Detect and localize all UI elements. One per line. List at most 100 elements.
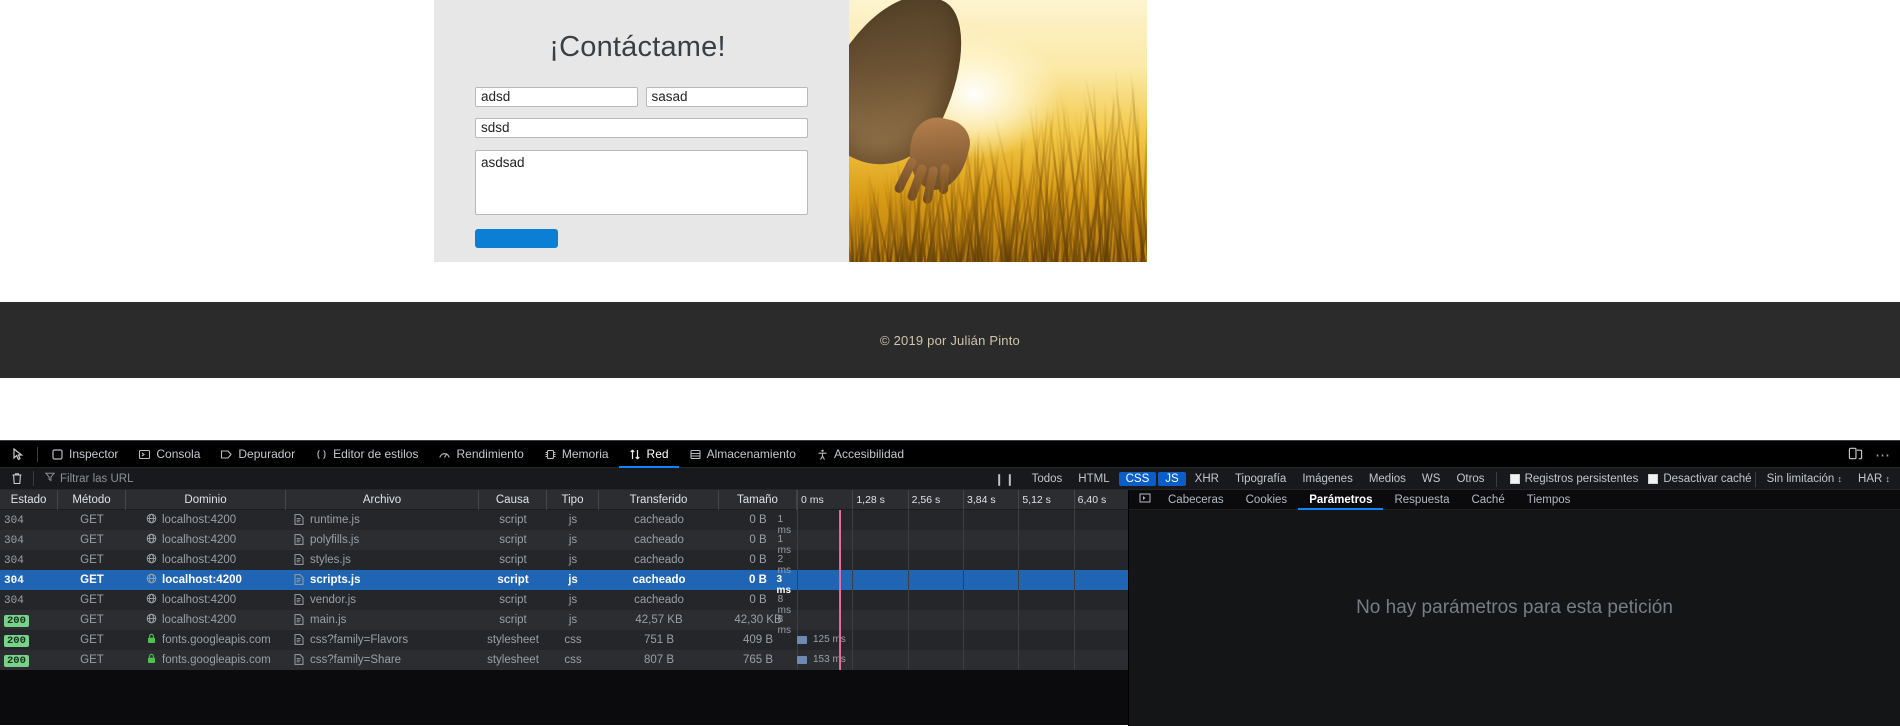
waterfall-gridline — [907, 610, 909, 630]
column-header-estado[interactable]: Estado — [0, 489, 58, 510]
cell-method: GET — [80, 614, 104, 626]
trash-icon[interactable] — [4, 472, 30, 485]
contact-section: ¡Contáctame! asdsad — [434, 0, 1147, 262]
column-header-tama-o[interactable]: Tamaño — [719, 489, 797, 510]
cell-method: GET — [80, 574, 104, 586]
network-filter-js[interactable]: JS — [1158, 472, 1186, 486]
file-name: css?family=Flavors — [310, 634, 409, 646]
file-icon — [294, 514, 310, 526]
throttle-select[interactable]: Sin limitación ↕ — [1760, 472, 1849, 486]
hero-image-hand-in-wheat-field — [849, 0, 1147, 262]
cell-method: GET — [80, 634, 104, 646]
waterfall-gridline — [1073, 630, 1075, 650]
column-header-transferido[interactable]: Transferido — [599, 489, 719, 510]
network-filter-ws[interactable]: WS — [1415, 472, 1448, 486]
waterfall-gridline — [852, 570, 854, 590]
throttle-divider — [1754, 471, 1756, 487]
devtools-tab-rendimiento[interactable]: Rendimiento — [428, 441, 533, 468]
domain-text: localhost:4200 — [162, 574, 242, 586]
network-filter-tipograf-a[interactable]: Tipografía — [1228, 472, 1293, 486]
type-filter-group: Todos HTML CSS JS XHR Tipografía Imágenes Medio… — [1024, 472, 1493, 486]
table-row[interactable]: 304 GET localhost:4200 polyfills.js script js… — [0, 530, 1128, 556]
network-checkbox-desactivar-cach-[interactable]: Desactivar caché — [1648, 473, 1752, 485]
devtools-tab-consola[interactable]: Consola — [128, 441, 210, 468]
column-header-dominio[interactable]: Dominio — [126, 489, 286, 510]
har-select[interactable]: HAR ↕ — [1851, 472, 1897, 486]
status-text: 304 — [4, 515, 24, 527]
devtools-panel: Inspector Consola Depurador Editor de estil… — [0, 440, 1900, 726]
cell-domain: localhost:4200 — [126, 550, 286, 570]
devtools-tab-label: Depurador — [238, 447, 296, 461]
timeline-tick: 1,28 s — [856, 493, 885, 506]
waterfall-gridline — [907, 570, 909, 590]
network-filter-css[interactable]: CSS — [1118, 472, 1157, 486]
table-row[interactable]: 304 GET localhost:4200 vendor.js script js cac… — [0, 590, 1128, 616]
url-filter[interactable]: Filtrar las URL — [37, 472, 133, 485]
devtools-tab-depurador[interactable]: Depurador — [210, 441, 305, 468]
devtools-tab-editor-de-estilos[interactable]: Editor de estilos — [305, 441, 428, 468]
cell-file: polyfills.js — [286, 530, 479, 550]
network-filter-xhr[interactable]: XHR — [1188, 472, 1226, 486]
table-row[interactable]: 200 GET fonts.googleapis.com css?family=Fla… — [0, 630, 1128, 650]
table-row[interactable]: 304 GET localhost:4200 styles.js script js cac… — [0, 550, 1128, 576]
cell-method: GET — [80, 554, 104, 566]
file-name: runtime.js — [310, 514, 360, 526]
globe-icon — [146, 593, 162, 606]
cell-method: GET — [80, 514, 104, 526]
waterfall-gridline — [907, 510, 909, 530]
domain-text: localhost:4200 — [162, 554, 237, 566]
cell-waterfall: 1 ms — [778, 510, 1128, 536]
domain-text: localhost:4200 — [162, 514, 237, 526]
column-header-tipo[interactable]: Tipo — [547, 489, 599, 510]
table-row[interactable]: 304 GET localhost:4200 scripts.js script js ca… — [0, 570, 1128, 596]
devtools-tab-inspector[interactable]: Inspector — [41, 441, 128, 468]
message-textarea[interactable]: asdsad — [475, 149, 808, 215]
surname-input[interactable] — [645, 86, 808, 107]
cell-transferred: 807 B — [643, 654, 675, 666]
column-header-archivo[interactable]: Archivo — [286, 489, 479, 510]
cell-transferred: 42,57 KB — [635, 614, 683, 626]
lock-icon — [146, 633, 162, 646]
toolbar-divider — [37, 446, 38, 462]
subject-input[interactable] — [475, 117, 808, 138]
devtools-tab-red[interactable]: Red — [619, 441, 679, 468]
cell-waterfall: 1 ms — [778, 530, 1128, 556]
submit-button[interactable] — [475, 228, 558, 248]
domain-text: localhost:4200 — [162, 534, 237, 546]
network-checkbox-registros-persistentes[interactable]: Registros persistentes — [1509, 473, 1638, 485]
network-filter-im-genes[interactable]: Imágenes — [1295, 472, 1360, 486]
pause-icon[interactable]: ❙❙ — [986, 472, 1023, 486]
devtools-tab-accesibilidad[interactable]: Accesibilidad — [806, 441, 914, 468]
waterfall-gridline — [963, 630, 964, 650]
element-picker-icon[interactable] — [4, 441, 34, 468]
timeline-gridline — [1073, 489, 1075, 510]
status-text: 304 — [4, 555, 24, 567]
column-header-m-todo[interactable]: Método — [58, 489, 126, 510]
responsive-design-mode-icon[interactable] — [1848, 446, 1863, 464]
waterfall-time-label: 8 ms — [777, 614, 792, 636]
file-icon — [294, 654, 310, 666]
table-row[interactable]: 304 GET localhost:4200 runtime.js script js ca… — [0, 510, 1128, 536]
network-filter-todos[interactable]: Todos — [1025, 472, 1070, 486]
table-row[interactable]: 200 GET localhost:4200 main.js script js 42,57… — [0, 610, 1128, 636]
more-options-icon[interactable]: ⋯ — [1875, 446, 1892, 464]
table-row[interactable]: 200 GET fonts.googleapis.com css?family=Sha… — [0, 650, 1128, 670]
cell-domain: localhost:4200 — [126, 530, 286, 550]
network-filter-html[interactable]: HTML — [1071, 472, 1116, 486]
cell-domain: fonts.googleapis.com — [126, 650, 286, 670]
file-name: css?family=Share — [310, 654, 402, 666]
column-header-causa[interactable]: Causa — [479, 489, 547, 510]
cell-status: 304 — [0, 590, 58, 610]
waterfall-gridline — [852, 510, 854, 530]
name-input[interactable] — [475, 86, 638, 107]
checkbox-label: Desactivar caché — [1663, 473, 1752, 485]
memory-icon — [544, 448, 557, 461]
devtools-tab-almacenamiento[interactable]: Almacenamiento — [679, 441, 806, 468]
url-filter-placeholder: Filtrar las URL — [60, 472, 134, 485]
devtools-tab-memoria[interactable]: Memoria — [534, 441, 619, 468]
waterfall-gridline — [963, 590, 964, 610]
network-filter-medios[interactable]: Medios — [1362, 472, 1413, 486]
file-name: styles.js — [310, 554, 351, 566]
timeline-tick: 0 ms — [801, 493, 824, 506]
network-filter-otros[interactable]: Otros — [1449, 472, 1491, 486]
